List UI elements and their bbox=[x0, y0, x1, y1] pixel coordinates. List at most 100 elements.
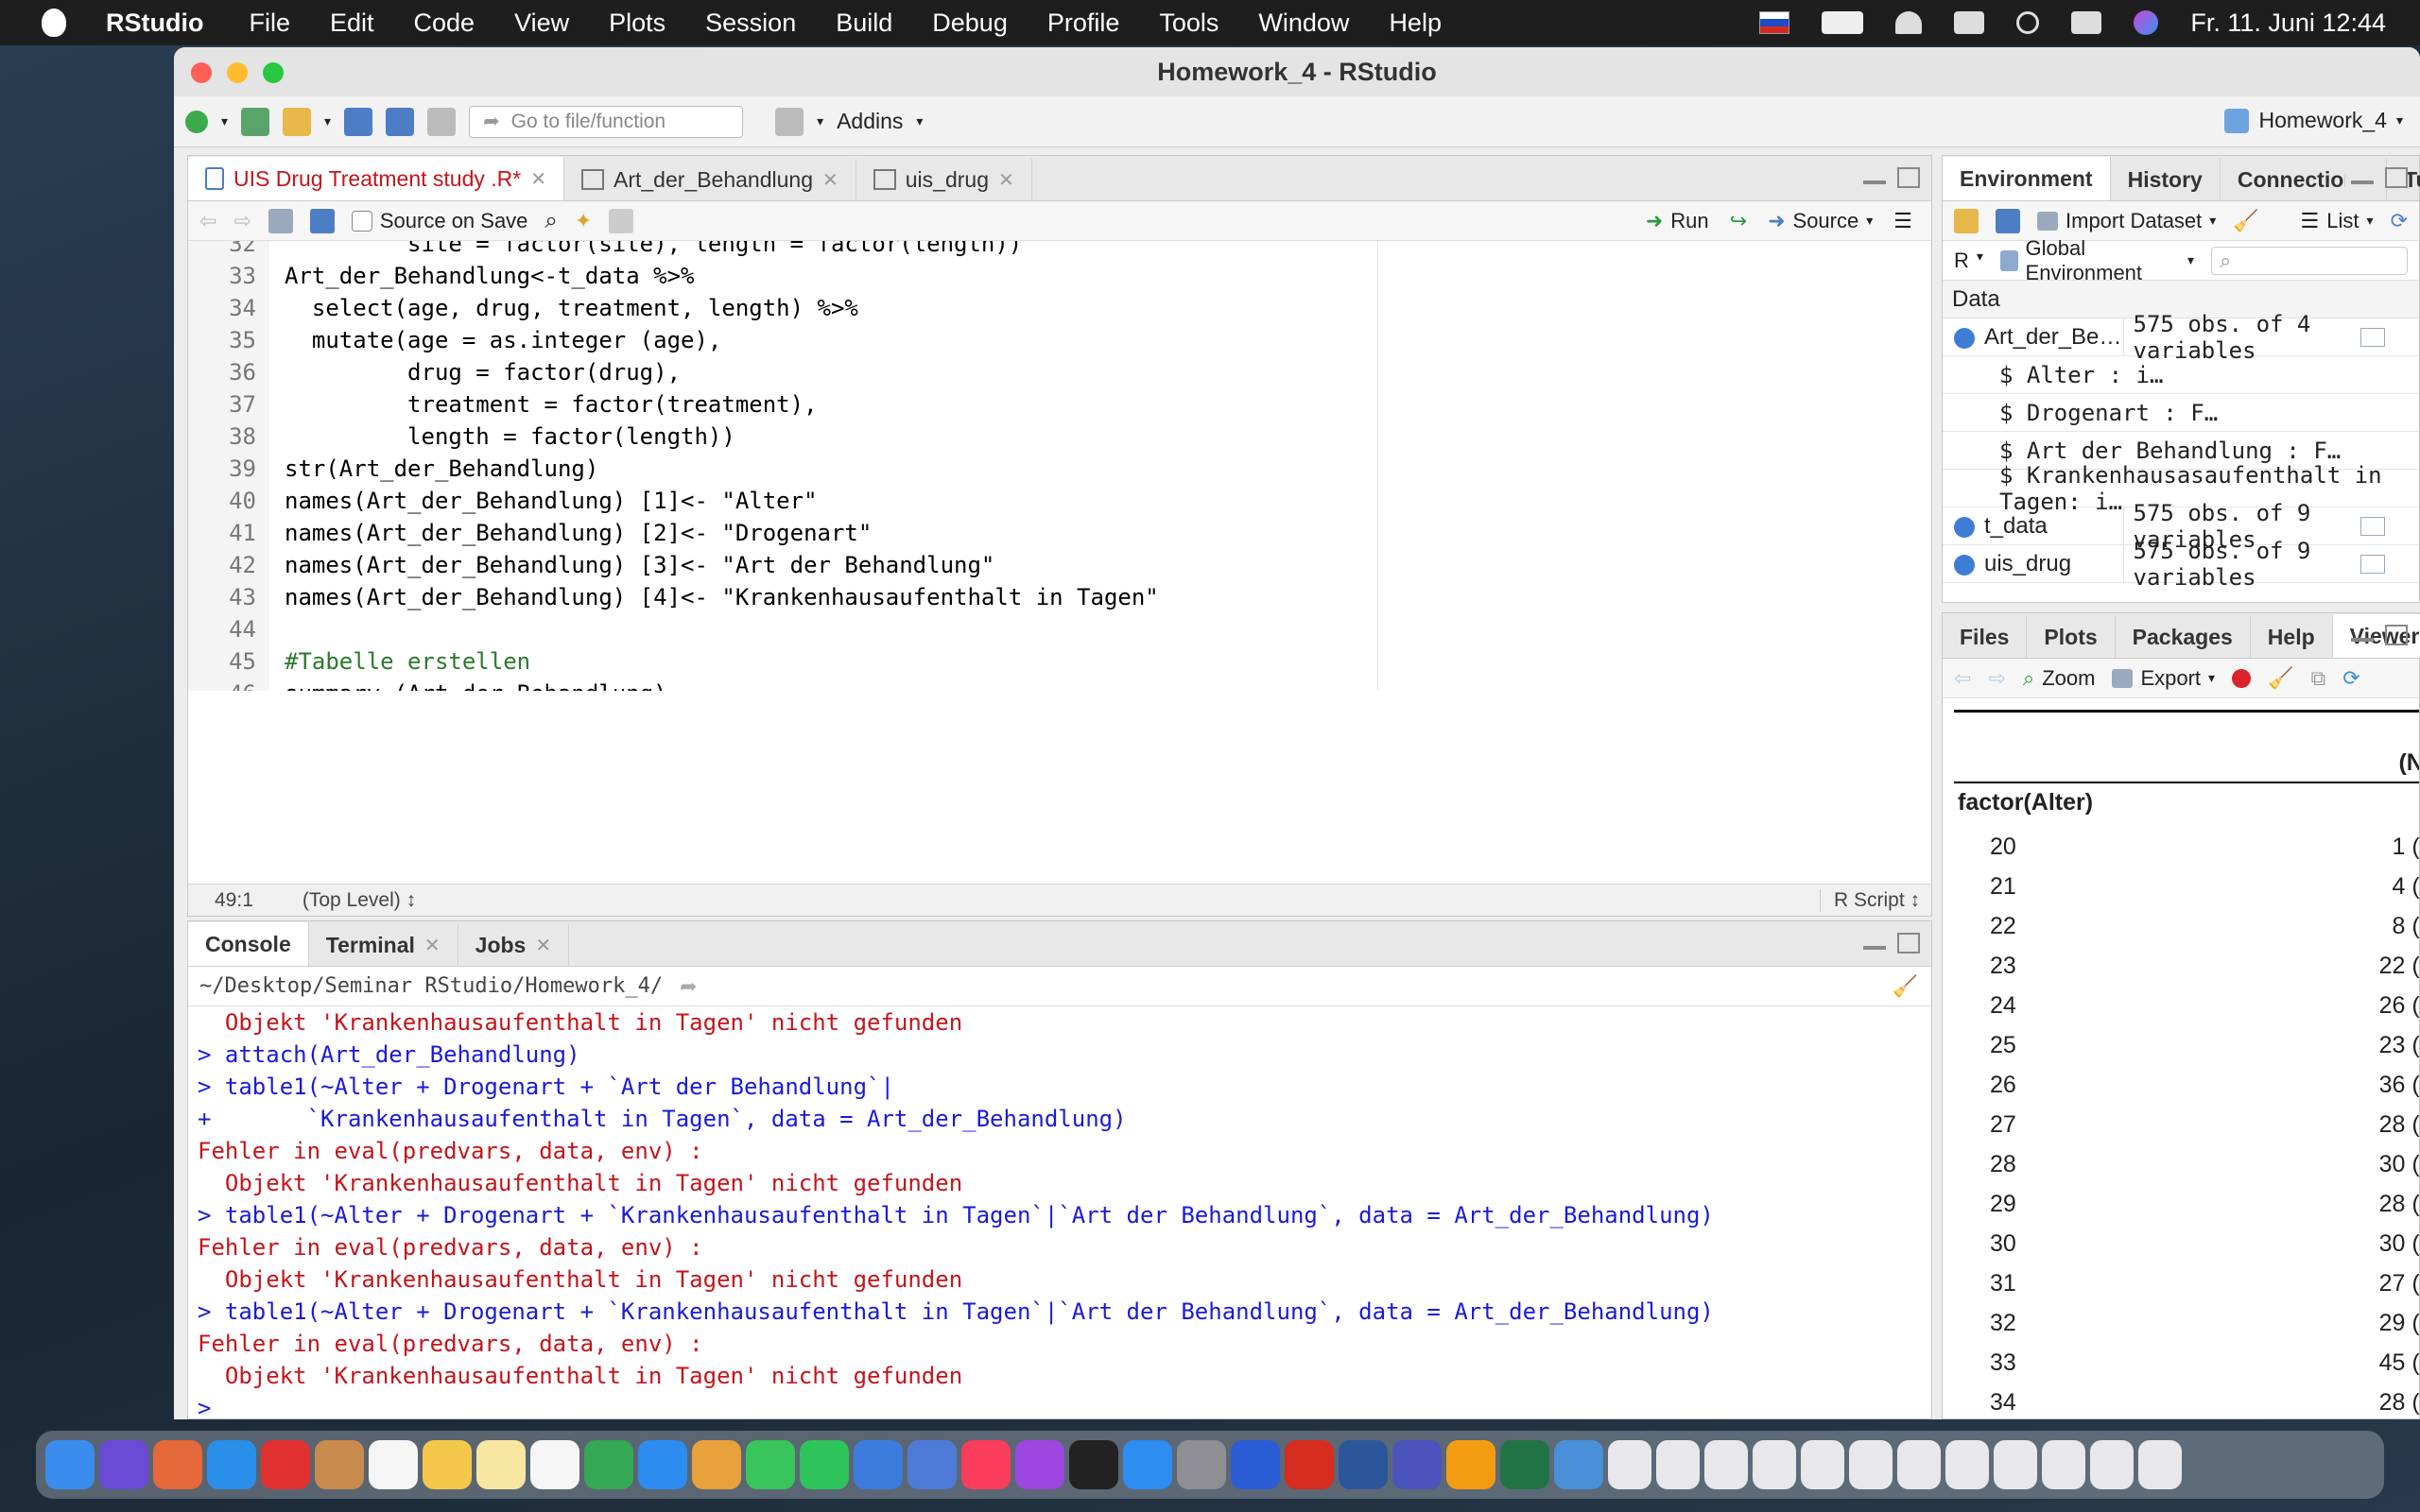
export-button[interactable]: Export ▾ bbox=[2112, 666, 2215, 691]
environment-variable-row[interactable]: $ Alter : i… bbox=[1943, 356, 2419, 394]
dock-document-icon[interactable] bbox=[1801, 1440, 1844, 1489]
code-line[interactable]: 38 length = factor(length)) bbox=[188, 421, 735, 453]
code-line[interactable]: 46 summary (Art_der_Behandlung) bbox=[188, 678, 666, 691]
back-arrow-icon[interactable]: ⇦ bbox=[1954, 666, 1971, 691]
save-icon[interactable] bbox=[344, 107, 373, 136]
forward-arrow-icon[interactable]: ⇨ bbox=[1988, 666, 2005, 691]
wifi-icon[interactable] bbox=[1895, 11, 1923, 34]
keyboard-icon[interactable] bbox=[1954, 11, 1985, 34]
zoom-button[interactable]: ⌕ Zoom bbox=[2023, 666, 2096, 691]
menu-app-name[interactable]: RStudio bbox=[106, 9, 203, 38]
dock-app-icon[interactable] bbox=[45, 1440, 95, 1489]
menu-edit[interactable]: Edit bbox=[330, 9, 374, 38]
dock-document-icon[interactable] bbox=[2138, 1440, 2182, 1489]
save-all-icon[interactable] bbox=[386, 107, 415, 136]
code-line[interactable]: 42 names(Art_der_Behandlung) [3]<- "Art d… bbox=[188, 549, 994, 581]
dock-app-icon[interactable] bbox=[1231, 1440, 1280, 1489]
code-line[interactable]: 45 #Tabelle erstellen bbox=[188, 645, 530, 678]
source-button[interactable]: ➜ Source ▾ bbox=[1768, 209, 1873, 233]
dock-document-icon[interactable] bbox=[1994, 1440, 2037, 1489]
scope-selector[interactable]: (Top Level) ↕ bbox=[302, 889, 416, 912]
save-icon[interactable] bbox=[309, 208, 335, 233]
dock-app-icon[interactable] bbox=[1500, 1440, 1549, 1489]
import-dataset-button[interactable]: Import Dataset ▾ bbox=[2037, 209, 2216, 233]
magic-wand-icon[interactable]: ✦ bbox=[575, 209, 592, 233]
dock-app-icon[interactable] bbox=[530, 1440, 579, 1489]
dock-document-icon[interactable] bbox=[2090, 1440, 2134, 1489]
language-selector[interactable]: R ▾ bbox=[1954, 249, 1983, 273]
apple-icon[interactable] bbox=[42, 9, 66, 37]
close-tab-icon[interactable]: ✕ bbox=[530, 167, 546, 191]
code-line[interactable]: 34 select(age, drug, treatment, length) … bbox=[188, 292, 858, 324]
code-editor[interactable]: 32 site = factor(site), length = factor(… bbox=[188, 241, 1931, 691]
battery-icon[interactable] bbox=[1822, 11, 1864, 34]
dock-app-icon[interactable] bbox=[908, 1440, 957, 1489]
refresh-icon[interactable]: ⟳ bbox=[2342, 666, 2360, 691]
menubar-clock[interactable]: Fr. 11. Juni 12:44 bbox=[2190, 9, 2386, 38]
minimize-window-button[interactable] bbox=[227, 62, 248, 83]
zoom-window-button[interactable] bbox=[263, 62, 284, 83]
input-source-flag-icon[interactable] bbox=[1759, 11, 1790, 34]
file-type-selector[interactable]: R Script ↕ bbox=[1819, 888, 1920, 912]
dock-app-icon[interactable] bbox=[315, 1440, 364, 1489]
show-in-window-icon[interactable]: ⧉ bbox=[2310, 666, 2325, 691]
minimize-pane-button[interactable] bbox=[2351, 167, 2374, 184]
environment-object-row[interactable]: uis_drug 575 obs. of 9 variables bbox=[1943, 538, 2419, 591]
dock-document-icon[interactable] bbox=[2042, 1440, 2085, 1489]
environment-variable-row[interactable]: $ Drogenart : F… bbox=[1943, 394, 2419, 432]
dock-app-icon[interactable] bbox=[854, 1440, 903, 1489]
close-tab-icon[interactable]: ✕ bbox=[535, 934, 551, 957]
dock-app-icon[interactable] bbox=[1339, 1440, 1388, 1489]
menu-help[interactable]: Help bbox=[1389, 9, 1442, 38]
dock-document-icon[interactable] bbox=[1945, 1440, 1989, 1489]
chevron-down-icon[interactable]: ▾ bbox=[324, 113, 331, 129]
code-line[interactable]: 35 mutate(age = as.integer (age), bbox=[188, 324, 721, 356]
project-menu[interactable]: Homework_4 ▾ bbox=[2224, 108, 2403, 133]
dock-app-icon[interactable] bbox=[1554, 1440, 1603, 1489]
dock-app-icon[interactable] bbox=[476, 1440, 526, 1489]
dock-document-icon[interactable] bbox=[1897, 1440, 1941, 1489]
close-window-button[interactable] bbox=[191, 62, 212, 83]
new-file-icon[interactable] bbox=[185, 110, 208, 133]
compile-report-icon[interactable] bbox=[609, 208, 634, 233]
dock-app-icon[interactable] bbox=[746, 1440, 795, 1489]
tab-console[interactable]: Console bbox=[188, 922, 309, 966]
save-workspace-icon[interactable] bbox=[1996, 208, 2020, 233]
view-data-icon[interactable] bbox=[2360, 555, 2385, 574]
rerun-icon[interactable]: ↪ bbox=[1730, 209, 1747, 233]
open-file-icon[interactable] bbox=[283, 107, 312, 136]
menu-view[interactable]: View bbox=[514, 9, 569, 38]
dock-app-icon[interactable] bbox=[207, 1440, 256, 1489]
tab-jobs[interactable]: Jobs ✕ bbox=[458, 924, 570, 966]
tab-help[interactable]: Help bbox=[2251, 616, 2333, 658]
dock-app-icon[interactable] bbox=[1123, 1440, 1172, 1489]
dock-document-icon[interactable] bbox=[1704, 1440, 1748, 1489]
dock-app-icon[interactable] bbox=[800, 1440, 849, 1489]
chevron-down-icon[interactable]: ▾ bbox=[817, 113, 823, 129]
tab-history[interactable]: History bbox=[2111, 159, 2221, 200]
outline-icon[interactable]: ☰ bbox=[1893, 209, 1912, 233]
menu-window[interactable]: Window bbox=[1258, 9, 1349, 38]
dock-app-icon[interactable] bbox=[1446, 1440, 1495, 1489]
goto-directory-icon[interactable]: ➦ bbox=[680, 974, 697, 999]
code-line[interactable]: 33 Art_der_Behandlung<-t_data %>% bbox=[188, 260, 694, 292]
broom-icon[interactable]: 🧹 bbox=[2233, 209, 2258, 233]
menu-tools[interactable]: Tools bbox=[1159, 9, 1219, 38]
expand-object-icon[interactable] bbox=[1954, 328, 1975, 349]
menu-build[interactable]: Build bbox=[836, 9, 892, 38]
tab-environment[interactable]: Environment bbox=[1943, 157, 2111, 200]
dock-document-icon[interactable] bbox=[1656, 1440, 1700, 1489]
close-tab-icon[interactable]: ✕ bbox=[998, 168, 1014, 192]
back-arrow-icon[interactable]: ⇦ bbox=[199, 209, 216, 233]
tab-uis-drug-script[interactable]: UIS Drug Treatment study .R* ✕ bbox=[188, 157, 564, 200]
checkbox-icon[interactable] bbox=[351, 210, 372, 232]
chevron-down-icon[interactable]: ▾ bbox=[221, 113, 228, 129]
minimize-pane-button[interactable] bbox=[2351, 625, 2374, 642]
dock-app-icon[interactable] bbox=[153, 1440, 202, 1489]
tab-packages[interactable]: Packages bbox=[2116, 616, 2251, 658]
run-button[interactable]: ➜ Run bbox=[1646, 209, 1709, 233]
code-line[interactable]: 37 treatment = factor(treatment), bbox=[188, 388, 817, 421]
maximize-pane-button[interactable] bbox=[1897, 167, 1920, 188]
new-project-icon[interactable] bbox=[241, 107, 270, 136]
dock-app-icon[interactable] bbox=[1015, 1440, 1064, 1489]
